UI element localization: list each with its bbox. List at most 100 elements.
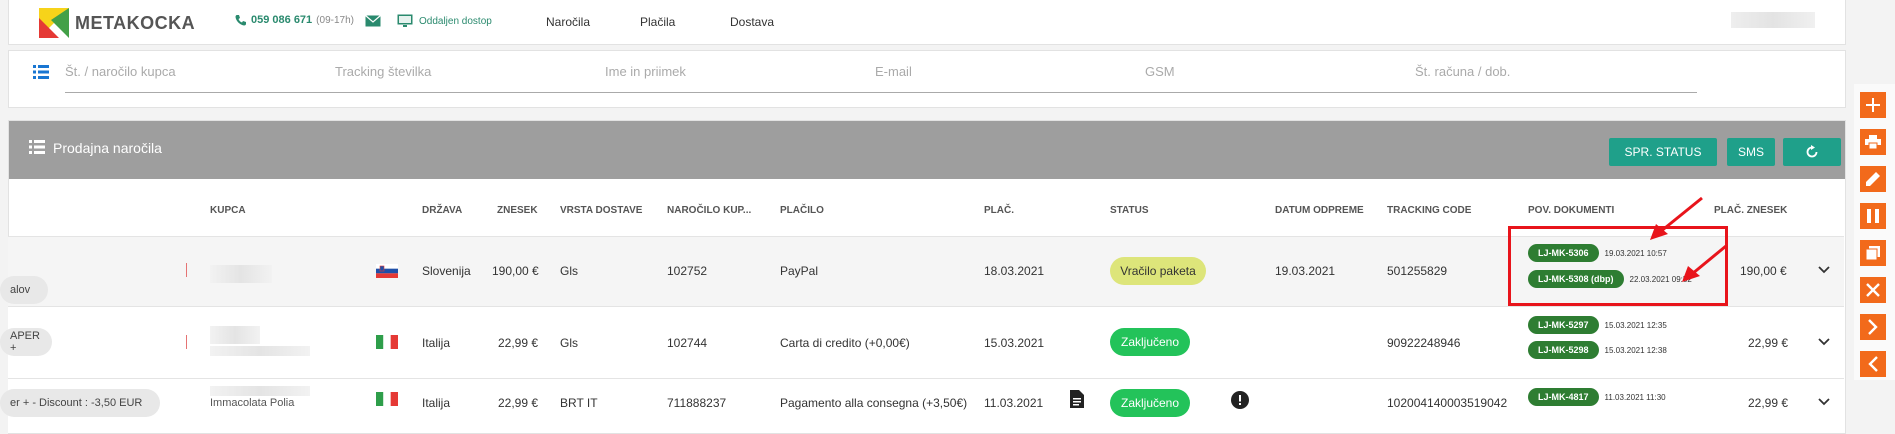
col-amount[interactable]: ZNESEK [497, 205, 538, 216]
pause-button[interactable] [1860, 203, 1886, 229]
search-name-field[interactable]: Ime in priimek [605, 64, 686, 79]
cell-delivery: Gls [560, 336, 578, 350]
cell-tracking: 102004140003519042 [1387, 396, 1508, 410]
list-icon [29, 140, 45, 159]
col-related-docs[interactable]: POV. DOKUMENTI [1528, 205, 1614, 216]
doc-chip[interactable]: LJ-MK-5298 [1528, 341, 1599, 359]
cell-amount: 22,99 € [498, 396, 539, 410]
next-button[interactable] [1860, 314, 1886, 340]
print-icon [1865, 135, 1881, 149]
document-icon[interactable] [1070, 390, 1084, 408]
search-email-field[interactable]: E-mail [875, 64, 912, 79]
cell-delivery: BRT IT [560, 396, 598, 410]
doc-timestamp: 11.03.2021 11:30 [1604, 392, 1666, 402]
change-status-button[interactable]: SPR. STATUS [1609, 138, 1717, 166]
refresh-button[interactable] [1783, 138, 1841, 166]
edit-button[interactable] [1860, 166, 1886, 192]
col-customer[interactable]: KUPCA [210, 205, 246, 216]
next-icon [1868, 319, 1878, 335]
prev-icon [1868, 356, 1878, 372]
cell-paid-amount: 22,99 € [1748, 336, 1789, 350]
chevron-down-icon[interactable] [1818, 338, 1830, 346]
cell-amount: 22,99 € [498, 336, 539, 350]
col-paid-date[interactable]: PLAČ. [984, 205, 1014, 216]
add-button[interactable] [1860, 92, 1886, 118]
cell-paid-date: 15.03.2021 [984, 336, 1045, 350]
cell-country: Italija [422, 396, 451, 410]
copy-button[interactable] [1860, 240, 1886, 266]
col-country[interactable]: DRŽAVA [422, 205, 462, 216]
row-divider [186, 335, 187, 349]
customer-address-blurred [210, 346, 310, 356]
close-icon [1866, 283, 1880, 297]
logo-mark-icon [39, 8, 69, 38]
top-navbar: METAKOCKA 059 086 671 (09-17h) Oddaljen … [8, 0, 1846, 45]
sms-button[interactable]: SMS [1727, 138, 1775, 166]
row-divider [186, 263, 187, 277]
doc-timestamp: 15.03.2021 12:35 [1604, 320, 1667, 330]
row-tag: alov [0, 276, 48, 304]
flag-slovenia-icon [376, 264, 398, 278]
nav-delivery[interactable]: Dostava [730, 15, 774, 29]
nav-orders[interactable]: Naročila [546, 15, 590, 29]
search-tracking-field[interactable]: Tracking številka [335, 64, 431, 79]
customer-address-blurred [210, 386, 310, 396]
flag-italy-icon [376, 335, 398, 349]
col-delivery-type[interactable]: VRSTA DOSTAVE [560, 205, 642, 216]
row-tag: APER + [0, 328, 52, 356]
remote-access-link[interactable]: Oddaljen dostop [397, 14, 492, 28]
refresh-icon [1806, 145, 1818, 158]
doc-timestamp: 15.03.2021 12:38 [1604, 345, 1667, 355]
phone-contact[interactable]: 059 086 671 (09-17h) [235, 14, 354, 26]
related-doc[interactable]: LJ-MK-4817 11.03.2021 11:30 [1528, 388, 1666, 406]
brand-logo[interactable]: METAKOCKA [39, 8, 195, 38]
status-badge[interactable]: Vračilo paketa [1110, 257, 1206, 285]
flag-italy-icon [376, 392, 398, 406]
cell-paid-amount: 22,99 € [1748, 396, 1789, 410]
chevron-down-icon[interactable] [1818, 266, 1830, 274]
row-tag: er + - Discount : -3,50 EUR [0, 389, 160, 417]
pause-icon [1867, 209, 1879, 223]
plus-icon [1866, 98, 1880, 112]
col-status[interactable]: STATUS [1110, 205, 1149, 216]
search-underline [65, 92, 1697, 93]
doc-chip[interactable]: LJ-MK-4817 [1528, 388, 1599, 406]
annotation-arrows [1650, 196, 1727, 282]
col-tracking[interactable]: TRACKING CODE [1387, 205, 1471, 216]
cell-paid-date: 18.03.2021 [984, 264, 1045, 278]
nav-payments[interactable]: Plačila [640, 15, 675, 29]
warning-icon[interactable] [1231, 391, 1249, 409]
col-customer-order[interactable]: NAROČILO KUP... [667, 205, 751, 216]
mail-icon[interactable] [365, 14, 381, 32]
panel-title: Prodajna naročila [53, 140, 162, 156]
col-ship-date[interactable]: DATUM ODPREME [1275, 205, 1364, 216]
user-menu-blurred[interactable] [1731, 12, 1815, 28]
cell-payment: PayPal [780, 264, 819, 278]
chevron-down-icon[interactable] [1818, 398, 1830, 406]
brand-name: METAKOCKA [75, 12, 196, 33]
related-doc[interactable]: LJ-MK-5298 15.03.2021 12:38 [1528, 341, 1667, 359]
cell-tracking: 501255829 [1387, 264, 1448, 278]
edit-icon [1866, 172, 1880, 186]
status-badge[interactable]: Zaključeno [1110, 389, 1190, 417]
search-gsm-field[interactable]: GSM [1145, 64, 1175, 79]
cell-tracking: 90922248946 [1387, 336, 1461, 350]
cell-country: Italija [422, 336, 451, 350]
doc-chip[interactable]: LJ-MK-5297 [1528, 316, 1599, 334]
search-invoice-field[interactable]: Št. računa / dob. [1415, 64, 1510, 79]
cell-amount: 190,00 € [492, 264, 539, 278]
print-button[interactable] [1860, 129, 1886, 155]
cell-country: Slovenija [422, 264, 471, 278]
cell-order-no: 711888237 [667, 396, 727, 410]
search-order-field[interactable]: Št. / naročilo kupca [65, 64, 176, 79]
list-icon[interactable] [33, 65, 49, 84]
cell-order-no: 102744 [667, 336, 708, 350]
panel-header: Prodajna naročila SPR. STATUS SMS [9, 121, 1845, 179]
prev-button[interactable] [1860, 351, 1886, 377]
customer-name-blurred [210, 265, 272, 283]
related-doc[interactable]: LJ-MK-5297 15.03.2021 12:35 [1528, 316, 1667, 334]
status-badge[interactable]: Zaključeno [1110, 328, 1190, 356]
delete-button[interactable] [1860, 277, 1886, 303]
col-payment[interactable]: PLAČILO [780, 205, 824, 216]
phone-icon [235, 15, 246, 26]
